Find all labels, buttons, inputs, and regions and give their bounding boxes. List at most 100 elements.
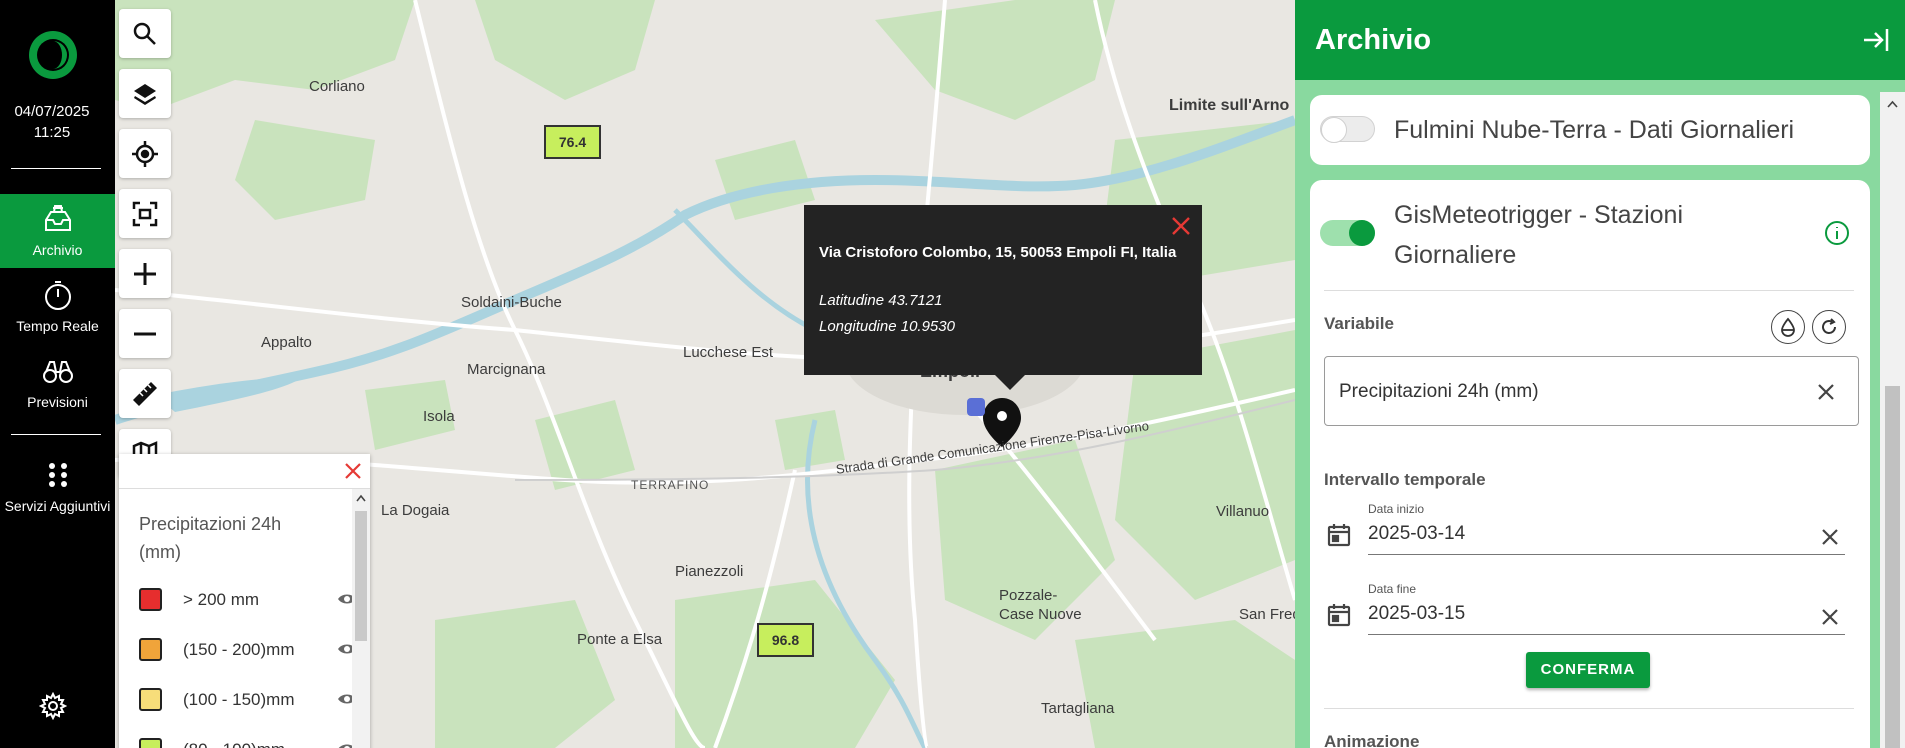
zoom-out-icon bbox=[134, 332, 156, 336]
place-label: Appalto bbox=[261, 334, 312, 351]
scrollbar-thumb[interactable] bbox=[355, 511, 367, 641]
close-icon[interactable] bbox=[344, 462, 362, 480]
ruler-icon bbox=[133, 382, 157, 406]
location-popup: Via Cristoforo Colombo, 15, 50053 Empoli… bbox=[804, 205, 1202, 390]
place-label: Corliano bbox=[309, 78, 365, 95]
legend-item-label: > 200 mm bbox=[183, 590, 260, 609]
chevron-up-icon[interactable] bbox=[356, 494, 366, 502]
binoculars-icon bbox=[42, 361, 73, 383]
variable-select-value: Precipitazioni 24h (mm) bbox=[1339, 381, 1539, 402]
legend-item-label: (80 - 100)mm bbox=[183, 740, 285, 748]
popup-address: Via Cristoforo Colombo, 15, 50053 Empoli… bbox=[819, 244, 1177, 261]
place-label: Tartagliana bbox=[1041, 700, 1115, 717]
start-date-field[interactable]: 2025-03-14 bbox=[1368, 515, 1845, 555]
current-datetime: 04/07/2025 11:25 bbox=[0, 101, 104, 143]
stopwatch-icon bbox=[44, 281, 71, 310]
calendar-icon[interactable] bbox=[1326, 522, 1352, 548]
toggle-knob bbox=[1349, 220, 1375, 246]
nav-item-archivio[interactable]: Archivio bbox=[0, 194, 115, 268]
legend-title: Precipitazioni 24h (mm) bbox=[139, 514, 282, 562]
style-button[interactable] bbox=[1771, 310, 1805, 344]
water-drop-icon bbox=[1781, 317, 1795, 337]
place-label: Soldaini-Buche bbox=[461, 294, 562, 311]
legend-swatch bbox=[139, 588, 162, 611]
confirm-button[interactable]: CONFERMA bbox=[1526, 652, 1650, 688]
clear-icon[interactable] bbox=[1816, 382, 1836, 402]
locate-button[interactable] bbox=[119, 129, 171, 178]
popup-latitude: Latitudine 43.7121 bbox=[819, 292, 943, 309]
layer-title: GisMeteotrigger - Stazioni Giornaliere bbox=[1394, 201, 1684, 269]
chevron-up-icon[interactable] bbox=[1887, 100, 1898, 108]
search-button[interactable] bbox=[119, 9, 171, 58]
variable-select[interactable]: Precipitazioni 24h (mm) bbox=[1324, 356, 1859, 426]
legend-item: (150 - 200)mm bbox=[139, 636, 356, 662]
close-icon[interactable] bbox=[1170, 215, 1192, 237]
place-label: Pianezzoli bbox=[675, 563, 744, 580]
map-view[interactable]: Corliano Limite sull'Arno Soldaini-Buche… bbox=[115, 0, 1295, 748]
measure-button[interactable] bbox=[119, 369, 171, 418]
panel-scrollbar[interactable] bbox=[1880, 92, 1905, 748]
end-date-field[interactable]: 2025-03-15 bbox=[1368, 595, 1845, 635]
current-time: 11:25 bbox=[33, 124, 71, 141]
variable-label: Variabile bbox=[1324, 314, 1394, 333]
place-label: Marcignana bbox=[467, 361, 546, 378]
zoom-in-button[interactable] bbox=[119, 249, 171, 298]
zoom-out-button[interactable] bbox=[119, 309, 171, 358]
nav-item-label: Archivio bbox=[32, 242, 83, 258]
legend-swatch bbox=[139, 738, 162, 748]
place-label: Lucchese Est bbox=[683, 344, 774, 361]
place-label: San Fred bbox=[1239, 606, 1295, 623]
fit-extent-icon bbox=[132, 201, 158, 227]
place-label: Pozzale- Case Nuove bbox=[999, 587, 1082, 623]
legend-item: (100 - 150)mm bbox=[139, 686, 356, 712]
legend-swatch bbox=[139, 638, 162, 661]
divider bbox=[119, 488, 370, 489]
refresh-button[interactable] bbox=[1812, 310, 1846, 344]
legend-panel: Precipitazioni 24h (mm) > 200 mm (150 - … bbox=[119, 454, 370, 748]
place-label: Ponte a Elsa bbox=[577, 631, 663, 648]
nav-item-tempo-reale[interactable]: Tempo Reale bbox=[0, 270, 115, 344]
collapse-panel-icon[interactable] bbox=[1861, 25, 1891, 55]
place-label: TERRAFINO bbox=[631, 478, 710, 492]
end-date-value: 2025-03-15 bbox=[1368, 603, 1466, 624]
nav-item-previsioni[interactable]: Previsioni bbox=[0, 346, 115, 420]
nav-item-servizi-aggiuntivi[interactable]: Servizi Aggiuntivi bbox=[0, 450, 115, 524]
station-value-marker[interactable]: 76.4 bbox=[544, 125, 601, 159]
info-icon[interactable] bbox=[1824, 220, 1850, 246]
nav-item-label: Servizi Aggiuntivi bbox=[4, 498, 111, 514]
current-date: 04/07/2025 bbox=[14, 103, 90, 120]
legend-swatch bbox=[139, 688, 162, 711]
layers-icon bbox=[134, 84, 156, 105]
nav-item-label: Previsioni bbox=[27, 394, 88, 410]
divider bbox=[1324, 290, 1854, 291]
locate-icon bbox=[132, 141, 158, 167]
scrollbar-thumb[interactable] bbox=[1885, 386, 1900, 748]
archive-panel: Archivio Fulmini Nube-Terra - Dati Giorn… bbox=[1295, 0, 1905, 748]
popup-longitude: Longitudine 10.9530 bbox=[819, 318, 955, 335]
layer-card-gismeteotrigger: GisMeteotrigger - Stazioni Giornaliere V… bbox=[1310, 180, 1870, 748]
panel-header: Archivio bbox=[1295, 0, 1905, 80]
layers-button[interactable] bbox=[119, 69, 171, 118]
apps-grid-icon bbox=[48, 463, 67, 487]
place-label: Villanuo bbox=[1216, 503, 1270, 520]
fit-extent-button[interactable] bbox=[119, 189, 171, 238]
app-logo bbox=[29, 31, 77, 79]
legend-scrollbar[interactable] bbox=[352, 489, 370, 748]
toggle-knob bbox=[1321, 117, 1347, 143]
clear-icon[interactable] bbox=[1820, 607, 1840, 627]
start-date-label: Data inizio bbox=[1368, 502, 1425, 516]
interval-label: Intervallo temporale bbox=[1324, 470, 1486, 489]
layer-toggle[interactable] bbox=[1320, 220, 1375, 246]
layer-title: Fulmini Nube-Terra - Dati Giornalieri bbox=[1394, 116, 1795, 144]
layer-card-fulmini: Fulmini Nube-Terra - Dati Giornalieri bbox=[1310, 95, 1870, 165]
layer-toggle[interactable] bbox=[1320, 116, 1375, 143]
calendar-icon[interactable] bbox=[1326, 602, 1352, 628]
station-value-marker[interactable]: 96.8 bbox=[757, 623, 814, 657]
nav-item-label: Tempo Reale bbox=[16, 318, 99, 334]
divider bbox=[1324, 708, 1854, 709]
legend-item: > 200 mm bbox=[139, 586, 356, 612]
place-label: Limite sull'Arno bbox=[1169, 97, 1290, 114]
gear-icon[interactable] bbox=[39, 692, 67, 720]
divider bbox=[11, 168, 101, 169]
clear-icon[interactable] bbox=[1820, 527, 1840, 547]
